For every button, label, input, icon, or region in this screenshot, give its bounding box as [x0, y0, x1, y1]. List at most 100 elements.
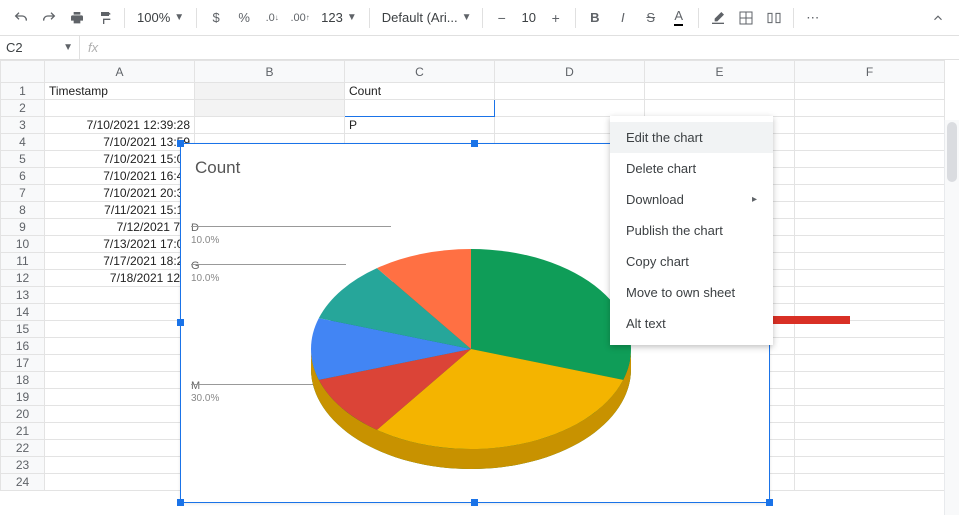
cell[interactable]: 7/10/2021 16:48: [45, 168, 195, 185]
cell[interactable]: [45, 338, 195, 355]
row-header[interactable]: 12: [1, 270, 45, 287]
cell[interactable]: [795, 474, 945, 491]
cell[interactable]: [795, 338, 945, 355]
cell[interactable]: [45, 287, 195, 304]
context-menu-item[interactable]: Publish the chart: [610, 215, 773, 246]
collapse-toolbar-button[interactable]: [925, 5, 951, 31]
cell[interactable]: [195, 100, 345, 117]
context-menu-item[interactable]: Edit the chart: [610, 122, 773, 153]
row-header[interactable]: 2: [1, 100, 45, 117]
cell[interactable]: Timestamp: [45, 83, 195, 100]
cell[interactable]: [795, 355, 945, 372]
row-header[interactable]: 17: [1, 355, 45, 372]
col-header[interactable]: C: [345, 61, 495, 83]
cell[interactable]: [645, 100, 795, 117]
currency-button[interactable]: $: [203, 5, 229, 31]
redo-button[interactable]: [36, 5, 62, 31]
row-header[interactable]: 9: [1, 219, 45, 236]
percent-button[interactable]: %: [231, 5, 257, 31]
row-header[interactable]: 11: [1, 253, 45, 270]
cell[interactable]: [795, 151, 945, 168]
cell[interactable]: 7/10/2021 12:39:28: [45, 117, 195, 134]
cell[interactable]: [795, 236, 945, 253]
italic-button[interactable]: I: [610, 5, 636, 31]
cell[interactable]: 7/10/2021 20:30: [45, 185, 195, 202]
undo-button[interactable]: [8, 5, 34, 31]
row-header[interactable]: 14: [1, 304, 45, 321]
row-header[interactable]: 24: [1, 474, 45, 491]
cell[interactable]: 7/17/2021 18:20: [45, 253, 195, 270]
resize-handle[interactable]: [177, 499, 184, 506]
cell[interactable]: [645, 83, 795, 100]
context-menu-item[interactable]: Copy chart: [610, 246, 773, 277]
cell[interactable]: [795, 389, 945, 406]
strike-button[interactable]: S: [638, 5, 664, 31]
col-header[interactable]: D: [495, 61, 645, 83]
cell[interactable]: [45, 423, 195, 440]
font-dropdown[interactable]: Default (Ari...▼: [376, 10, 476, 25]
number-format-dropdown[interactable]: 123▼: [315, 10, 363, 25]
row-header[interactable]: 3: [1, 117, 45, 134]
cell[interactable]: 7/18/2021 12:4: [45, 270, 195, 287]
text-color-button[interactable]: A: [666, 5, 692, 31]
merge-button[interactable]: [761, 5, 787, 31]
row-header[interactable]: 20: [1, 406, 45, 423]
resize-handle[interactable]: [766, 499, 773, 506]
corner-cell[interactable]: [1, 61, 45, 83]
cell[interactable]: 7/10/2021 13:59: [45, 134, 195, 151]
row-header[interactable]: 19: [1, 389, 45, 406]
cell[interactable]: [45, 406, 195, 423]
col-header[interactable]: B: [195, 61, 345, 83]
cell[interactable]: [795, 423, 945, 440]
row-header[interactable]: 13: [1, 287, 45, 304]
fontsize-increase[interactable]: +: [543, 5, 569, 31]
cell[interactable]: [795, 100, 945, 117]
cell[interactable]: [45, 474, 195, 491]
fontsize-decrease[interactable]: −: [489, 5, 515, 31]
spreadsheet-grid[interactable]: A B C D E F 1TimestampCount237/10/2021 1…: [0, 60, 959, 515]
row-header[interactable]: 7: [1, 185, 45, 202]
row-header[interactable]: 1: [1, 83, 45, 100]
cell[interactable]: [795, 202, 945, 219]
col-header[interactable]: A: [45, 61, 195, 83]
cell[interactable]: [45, 355, 195, 372]
cell[interactable]: [495, 83, 645, 100]
row-header[interactable]: 21: [1, 423, 45, 440]
scrollbar-thumb[interactable]: [947, 122, 957, 182]
cell[interactable]: [795, 253, 945, 270]
zoom-dropdown[interactable]: 100%▼: [131, 10, 190, 25]
cell[interactable]: [795, 457, 945, 474]
row-header[interactable]: 18: [1, 372, 45, 389]
cell[interactable]: [345, 100, 495, 117]
cell[interactable]: 7/12/2021 7:2: [45, 219, 195, 236]
col-header[interactable]: F: [795, 61, 945, 83]
cell[interactable]: [195, 117, 345, 134]
fontsize-input[interactable]: 10: [517, 10, 541, 25]
bold-button[interactable]: B: [582, 5, 608, 31]
cell-reference-input[interactable]: C2 ▼: [0, 36, 80, 59]
cell[interactable]: [795, 406, 945, 423]
cell[interactable]: [45, 440, 195, 457]
cell[interactable]: Count: [345, 83, 495, 100]
col-header[interactable]: E: [645, 61, 795, 83]
cell[interactable]: [795, 134, 945, 151]
cell[interactable]: 7/10/2021 15:03: [45, 151, 195, 168]
row-header[interactable]: 23: [1, 457, 45, 474]
paint-format-button[interactable]: [92, 5, 118, 31]
print-button[interactable]: [64, 5, 90, 31]
row-header[interactable]: 15: [1, 321, 45, 338]
resize-handle[interactable]: [177, 140, 184, 147]
row-header[interactable]: 4: [1, 134, 45, 151]
cell[interactable]: 7/13/2021 17:03: [45, 236, 195, 253]
context-menu-item[interactable]: Move to own sheet: [610, 277, 773, 308]
context-menu-item[interactable]: Delete chart: [610, 153, 773, 184]
cell[interactable]: [795, 304, 945, 321]
cell[interactable]: [795, 321, 945, 338]
cell[interactable]: [795, 372, 945, 389]
cell[interactable]: [45, 389, 195, 406]
cell[interactable]: [495, 100, 645, 117]
row-header[interactable]: 22: [1, 440, 45, 457]
cell[interactable]: [795, 117, 945, 134]
cell[interactable]: [45, 304, 195, 321]
more-button[interactable]: ⋯: [800, 5, 826, 31]
